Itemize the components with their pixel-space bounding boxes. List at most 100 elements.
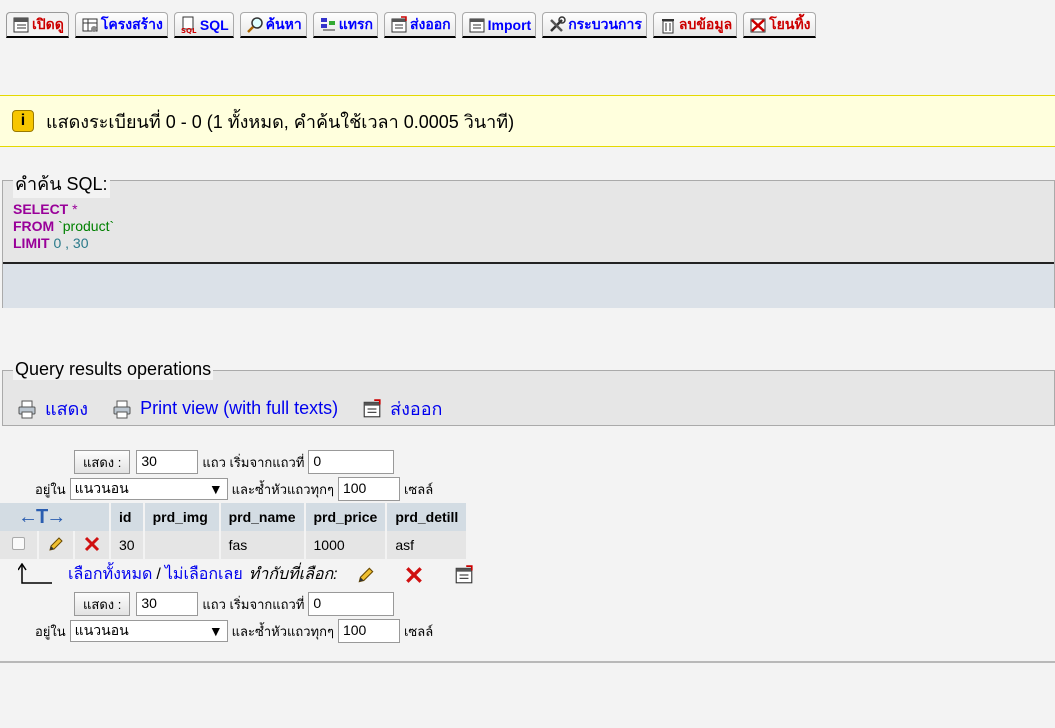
- cells-label-top: เซลล์: [403, 481, 434, 497]
- show-button-top[interactable]: แสดง :: [74, 450, 131, 474]
- column-header-prd-detill[interactable]: prd_detill: [386, 503, 469, 531]
- result-notice: i แสดงระเบียนที่ 0 - 0 (1 ทั้งหมด, คำค้น…: [0, 95, 1055, 147]
- tab-browse[interactable]: เปิดดู: [6, 12, 69, 38]
- sql-limit-count: 30: [72, 235, 89, 251]
- column-header-prd-img[interactable]: prd_img: [143, 503, 221, 531]
- column-arrows[interactable]: ←T→: [0, 503, 111, 531]
- column-header-prd-price[interactable]: prd_price: [304, 503, 388, 531]
- cell-prd-name: fas: [219, 531, 306, 559]
- row-checkbox[interactable]: [12, 537, 25, 550]
- sql-query-box: คำค้น SQL: SELECT * FROM `product` LIMIT…: [2, 169, 1055, 308]
- tab-insert[interactable]: แทรก: [312, 12, 378, 38]
- tab-import[interactable]: Import: [461, 12, 537, 38]
- repeat-input-top[interactable]: 100: [337, 477, 400, 501]
- delete-x-icon[interactable]: [83, 535, 101, 553]
- printer-full-icon: [113, 400, 131, 418]
- tab-browse-label: เปิดดู: [32, 15, 64, 32]
- mode-select-top[interactable]: แนวนอน ▼: [69, 478, 228, 500]
- export-results-icon: [363, 398, 381, 417]
- results-table: ←T→ id prd_img prd_name prd_price prd_de…: [0, 503, 469, 559]
- tab-sql-label: SQL: [199, 16, 229, 33]
- rows-label-bottom: แถว เริ่มจากแถวที่: [202, 596, 305, 612]
- tab-empty-label: ลบข้อมูล: [678, 15, 733, 32]
- tab-empty[interactable]: ลบข้อมูล: [652, 12, 738, 38]
- tab-operations-label: กระบวนการ: [568, 15, 642, 32]
- sql-code[interactable]: SELECT * FROM `product` LIMIT 0 , 30: [13, 201, 114, 252]
- mode-select-bottom[interactable]: แนวนอน ▼: [69, 620, 228, 642]
- cell-id: 30: [110, 531, 145, 559]
- in-label-bottom: อยู่ใน: [35, 623, 66, 639]
- browse-icon: [13, 17, 29, 32]
- info-icon: i: [12, 110, 34, 132]
- cells-label-bottom: เซลล์: [403, 623, 434, 639]
- rows-input-top[interactable]: 30: [136, 450, 199, 474]
- tab-drop[interactable]: โยนทิ้ง: [743, 12, 816, 38]
- bulk-edit-icon[interactable]: [356, 565, 376, 585]
- repeat-label-top: และซ้ำหัวแถวทุกๆ: [231, 481, 334, 497]
- operations-icon: [550, 15, 566, 32]
- in-label-top: อยู่ใน: [35, 481, 66, 497]
- print-view-link[interactable]: แสดง: [17, 394, 88, 423]
- dropdown-arrow-icon: ▼: [208, 623, 223, 639]
- tab-import-label: Import: [487, 16, 532, 33]
- bulk-actions: เลือกทั้งหมด / ไม่เลือกเลย ทำกับที่เลือก…: [18, 562, 474, 587]
- show-button-bottom[interactable]: แสดง :: [74, 592, 131, 616]
- mode-select-value-top: แนวนอน: [74, 480, 129, 496]
- column-header-prd-name[interactable]: prd_name: [219, 503, 306, 531]
- insert-icon: [320, 17, 335, 30]
- tab-operations[interactable]: กระบวนการ: [542, 12, 647, 38]
- nav-row-top-1: แสดง : 30 แถว เริ่มจากแถวที่ 0: [74, 450, 395, 474]
- tab-bar: เปิดดู โครงสร้าง SQL SQL ค้นหา แทรก ส่งอ…: [6, 12, 816, 40]
- nav-row-bottom-2: อยู่ใน แนวนอน ▼ และซ้ำหัวแถวทุกๆ 100 เซล…: [35, 619, 437, 643]
- sql-limit-comma: ,: [65, 235, 70, 251]
- start-row-input-bottom[interactable]: 0: [308, 592, 395, 616]
- repeat-label-bottom: และซ้ำหัวแถวทุกๆ: [231, 623, 334, 639]
- start-row-input-top[interactable]: 0: [308, 450, 395, 474]
- tab-structure[interactable]: โครงสร้าง: [74, 12, 168, 38]
- divider: [0, 661, 1055, 663]
- tab-drop-label: โยนทิ้ง: [769, 15, 811, 32]
- table-row: 30 fas 1000 asf: [0, 531, 469, 559]
- tab-insert-label: แทรก: [338, 15, 373, 32]
- bulk-export-icon[interactable]: [454, 564, 474, 585]
- sql-star: *: [72, 201, 78, 217]
- with-selected-label: ทำกับที่เลือก:: [248, 566, 338, 583]
- query-results-operations: Query results operations แสดง Print view…: [2, 359, 1055, 426]
- rows-label-top: แถว เริ่มจากแถวที่: [202, 454, 305, 470]
- tab-export-label: ส่งออก: [409, 15, 451, 32]
- check-all-link[interactable]: เลือกทั้งหมด: [68, 562, 152, 587]
- export-link[interactable]: ส่งออก: [362, 394, 442, 423]
- print-view-full-link[interactable]: Print view (with full texts): [112, 398, 338, 419]
- sql-table-name: `product`: [58, 218, 115, 234]
- cell-prd-img: [143, 531, 221, 559]
- sql-query-legend: คำค้น SQL:: [13, 169, 110, 198]
- rows-input-bottom[interactable]: 30: [136, 592, 199, 616]
- sql-limit-keyword: LIMIT: [13, 235, 50, 251]
- repeat-input-bottom[interactable]: 100: [337, 619, 400, 643]
- drop-icon: [750, 18, 766, 32]
- query-ops-legend: Query results operations: [13, 359, 214, 380]
- nav-row-bottom-1: แสดง : 30 แถว เริ่มจากแถวที่ 0: [74, 592, 395, 616]
- nav-row-top-2: อยู่ใน แนวนอน ▼ และซ้ำหัวแถวทุกๆ 100 เซล…: [35, 477, 437, 501]
- sql-icon: SQL: [181, 16, 197, 34]
- uncheck-all-link[interactable]: ไม่เลือกเลย: [165, 562, 243, 587]
- tab-search-label: ค้นหา: [265, 15, 302, 32]
- search-icon: [246, 16, 263, 33]
- dropdown-arrow-icon: ▼: [208, 481, 223, 497]
- column-header-id[interactable]: id: [110, 503, 145, 531]
- tab-export[interactable]: ส่งออก: [383, 12, 456, 38]
- edit-pencil-icon[interactable]: [47, 535, 65, 553]
- cell-prd-price: 1000: [304, 531, 388, 559]
- structure-icon: [82, 18, 98, 32]
- arrow-up-icon: [18, 562, 52, 584]
- tab-sql[interactable]: SQL SQL: [173, 12, 234, 38]
- sql-box-footer: [3, 262, 1054, 308]
- notice-text: แสดงระเบียนที่ 0 - 0 (1 ทั้งหมด, คำค้นใช…: [46, 111, 515, 132]
- svg-text:SQL: SQL: [181, 27, 197, 34]
- sql-limit-start: 0: [53, 235, 62, 251]
- tab-search[interactable]: ค้นหา: [239, 12, 307, 38]
- export-label: ส่งออก: [390, 399, 443, 419]
- bulk-separator: /: [156, 565, 161, 583]
- bulk-delete-icon[interactable]: [404, 565, 424, 585]
- print-view-label: แสดง: [45, 399, 89, 419]
